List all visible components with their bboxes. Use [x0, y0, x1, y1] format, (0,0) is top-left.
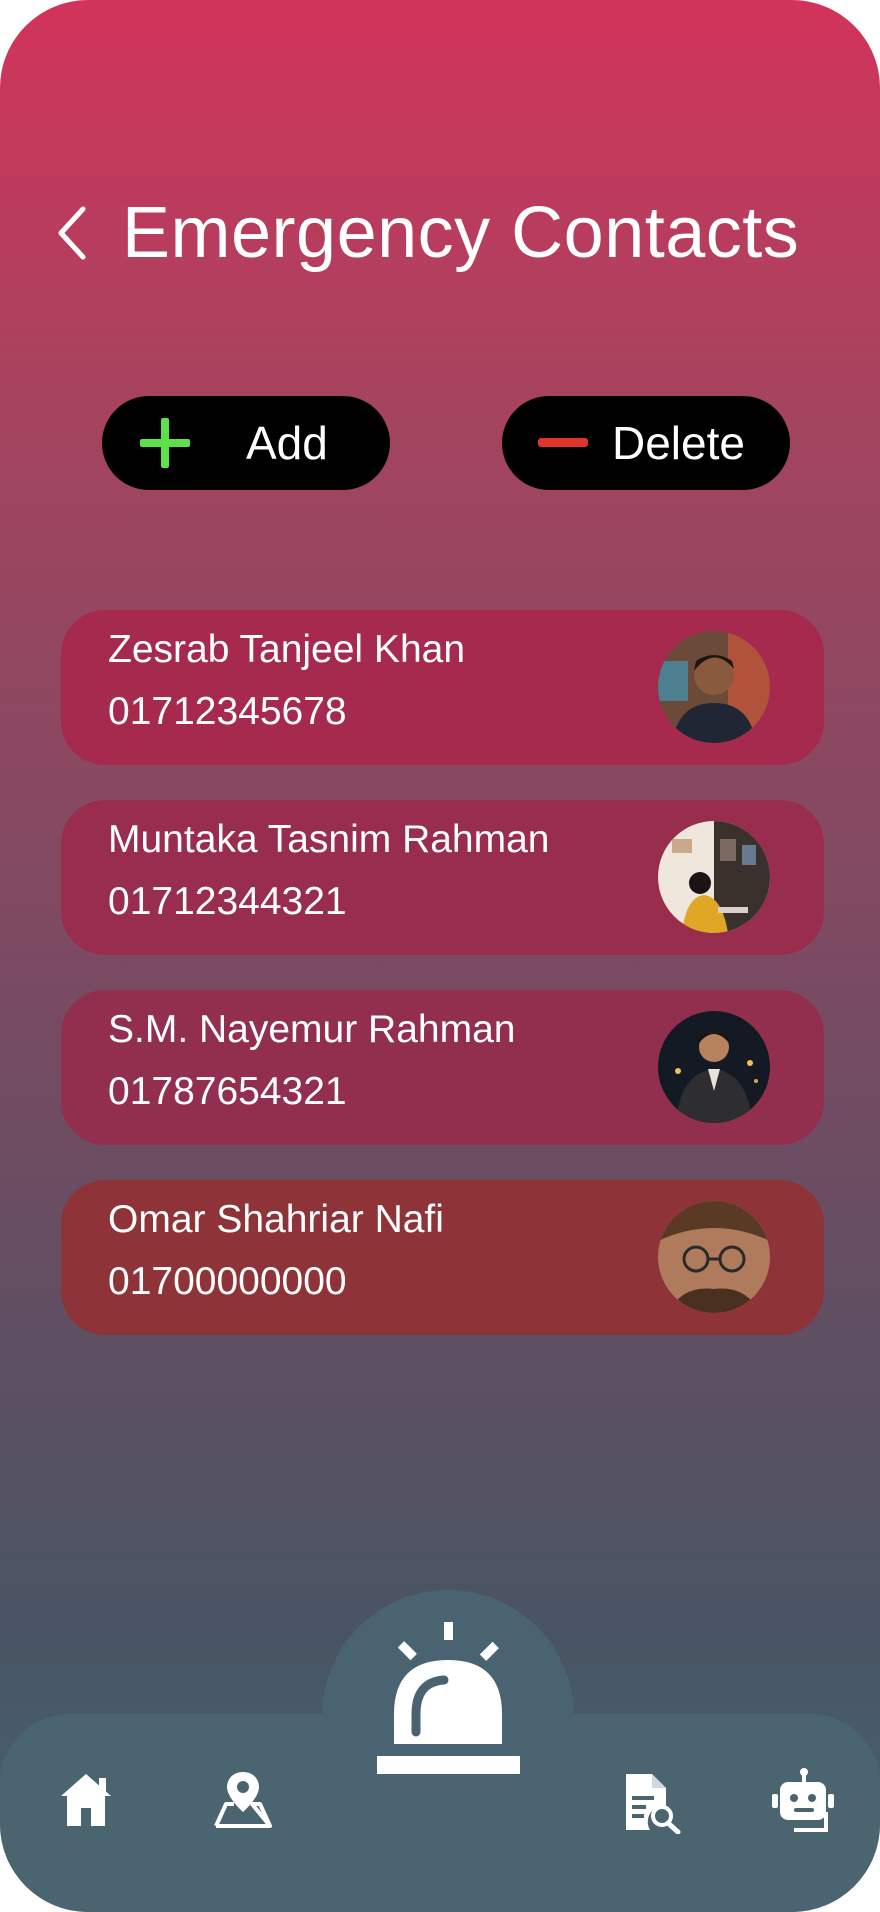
- delete-button-label: Delete: [612, 417, 745, 469]
- contact-name: Omar Shahriar Nafi: [108, 1198, 444, 1241]
- contact-name: Zesrab Tanjeel Khan: [108, 628, 466, 671]
- sos-alarm-button[interactable]: [322, 1590, 574, 1842]
- avatar: [658, 631, 770, 743]
- delete-contact-button[interactable]: Delete: [502, 396, 790, 490]
- contact-phone: 01787654321: [108, 1070, 347, 1113]
- contact-phone: 01712344321: [108, 880, 347, 923]
- contact-name: S.M. Nayemur Rahman: [108, 1008, 516, 1051]
- back-button[interactable]: [52, 203, 92, 263]
- map-pin-icon[interactable]: [212, 1768, 274, 1830]
- home-icon[interactable]: [57, 1770, 115, 1828]
- contact-card[interactable]: Muntaka Tasnim Rahman 01712344321: [61, 800, 824, 955]
- plus-icon: [140, 418, 190, 468]
- add-button-label: Add: [246, 417, 328, 469]
- contact-phone: 01700000000: [108, 1260, 347, 1303]
- contact-name: Muntaka Tasnim Rahman: [108, 818, 550, 861]
- minus-icon: [538, 438, 588, 447]
- app-screen: Emergency Contacts Add Delete Zesrab Tan…: [0, 0, 880, 1912]
- header: Emergency Contacts: [52, 188, 799, 278]
- contact-card[interactable]: Zesrab Tanjeel Khan 01712345678: [61, 610, 824, 765]
- page-title: Emergency Contacts: [122, 193, 800, 273]
- document-search-icon[interactable]: [622, 1772, 684, 1834]
- robot-chat-icon[interactable]: [770, 1768, 838, 1834]
- avatar: [658, 1201, 770, 1313]
- avatar: [658, 1011, 770, 1123]
- contact-phone: 01712345678: [108, 690, 347, 733]
- add-contact-button[interactable]: Add: [102, 396, 390, 490]
- alarm-siren-icon: [377, 1622, 520, 1774]
- contact-card[interactable]: Omar Shahriar Nafi 01700000000: [61, 1180, 824, 1335]
- avatar: [658, 821, 770, 933]
- chevron-left-icon: [58, 206, 86, 260]
- contact-card[interactable]: S.M. Nayemur Rahman 01787654321: [61, 990, 824, 1145]
